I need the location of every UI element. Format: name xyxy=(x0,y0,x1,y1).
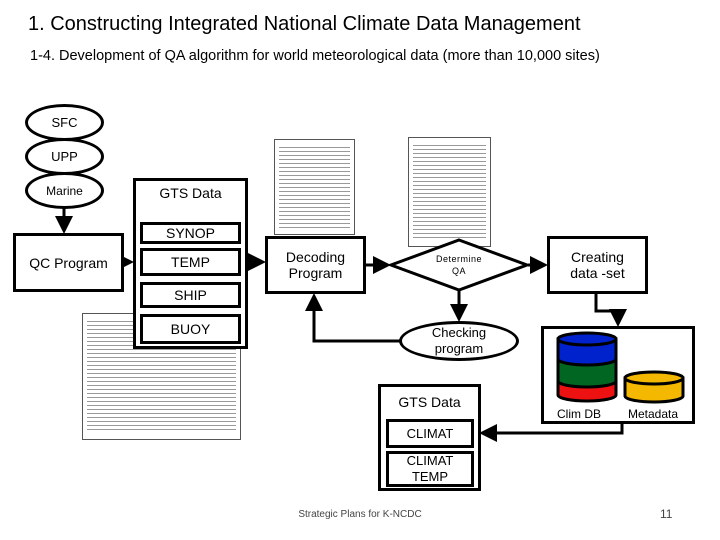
checking-program-label: Checking program xyxy=(431,325,487,356)
qc-program-box: QC Program xyxy=(13,233,124,292)
gts-item-label: SYNOP xyxy=(165,225,215,241)
gts-data-group-label: GTS Data xyxy=(159,185,222,201)
gts-item-temp: TEMP xyxy=(140,248,241,276)
source-upp-label: UPP xyxy=(51,148,78,164)
decoding-program-box: Decoding Program xyxy=(265,236,366,294)
arrow-checking-to-decoding xyxy=(305,293,400,343)
gts-item-label: CLIMAT TEMP xyxy=(406,453,454,484)
source-sfc-label: SFC xyxy=(51,114,78,130)
gts-item-climat-temp: CLIMAT TEMP xyxy=(386,451,474,487)
gts-data-group-climat-label: GTS Data xyxy=(398,394,461,410)
creating-dataset-box: Creating data -set xyxy=(547,236,648,294)
gts-item-label: BUOY xyxy=(170,321,211,337)
gts-item-ship: SHIP xyxy=(140,282,241,308)
arrow-creating-to-db xyxy=(594,294,627,327)
gts-item-label: SHIP xyxy=(174,287,207,303)
source-sfc: SFC xyxy=(25,104,104,141)
gts-data-group: GTS Data SYNOP TEMP SHIP BUOY xyxy=(133,178,248,349)
gts-item-buoy: BUOY xyxy=(140,314,241,344)
creating-dataset-label: Creating data -set xyxy=(570,249,625,281)
checking-program-oval: Checking program xyxy=(399,321,519,361)
qc-program-label: QC Program xyxy=(29,254,108,271)
gts-item-climat: CLIMAT xyxy=(386,419,474,448)
source-upp: UPP xyxy=(25,138,104,175)
slide-footer: Strategic Plans for K-NCDC xyxy=(298,509,422,520)
gts-data-group-climat: GTS Data CLIMAT CLIMAT TEMP xyxy=(378,384,481,491)
metadata-label: Metadata xyxy=(628,407,679,421)
page-number: 11 xyxy=(660,507,673,521)
arrow-db-to-gts xyxy=(479,423,624,442)
clim-db-label: Clim DB xyxy=(557,407,601,421)
decoding-program-label: Decoding Program xyxy=(285,249,346,281)
gts-item-label: CLIMAT xyxy=(406,425,454,441)
determine-qa-label: Determine QA xyxy=(435,254,482,276)
source-marine-label: Marine xyxy=(46,183,83,198)
gts-item-synop: SYNOP xyxy=(140,222,241,244)
gts-item-label: TEMP xyxy=(171,254,210,270)
storage-box: Clim DB Metadata xyxy=(541,326,695,424)
source-marine: Marine xyxy=(25,172,104,209)
slide: 1. Constructing Integrated National Clim… xyxy=(0,0,720,540)
